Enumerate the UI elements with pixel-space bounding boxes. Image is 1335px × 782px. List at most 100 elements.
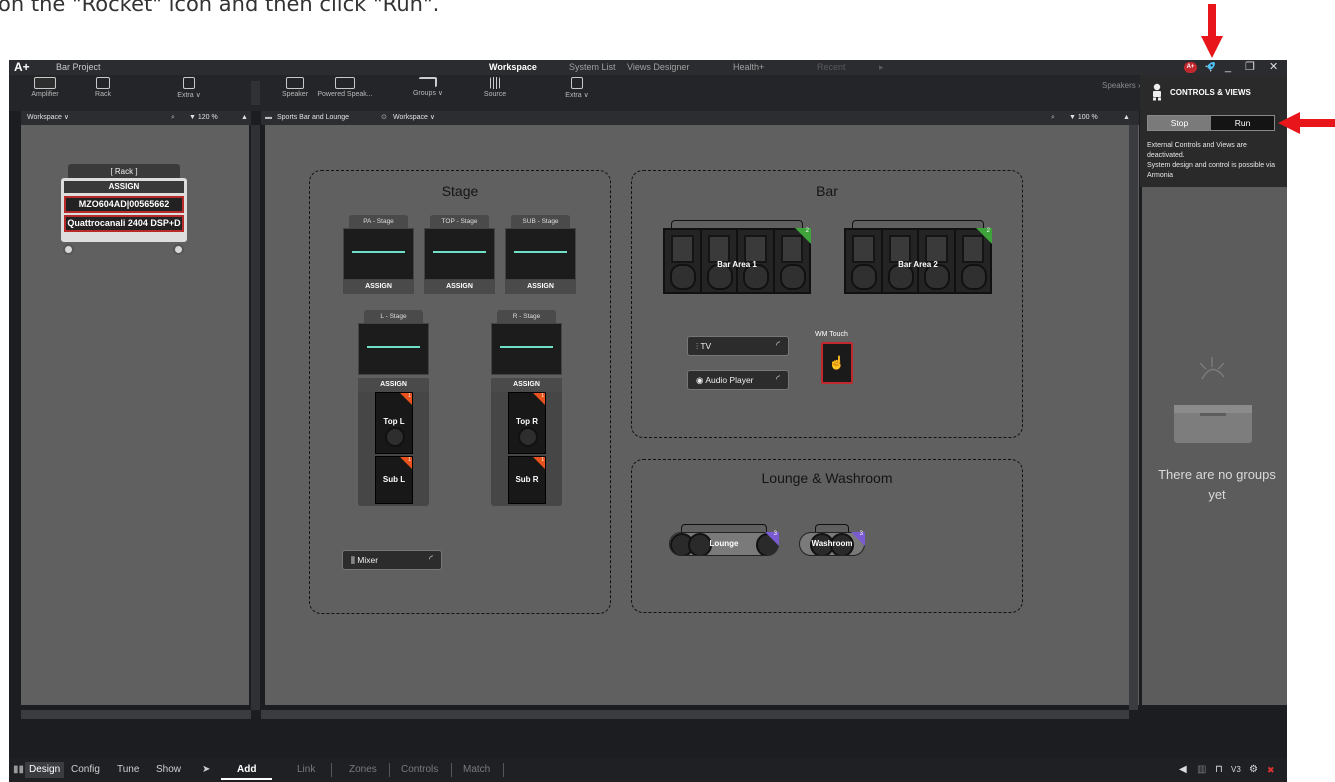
assign-button[interactable]: ASSIGN <box>343 280 414 294</box>
separator <box>451 763 452 777</box>
assign-button[interactable]: ASSIGN <box>505 280 576 294</box>
tab-controls[interactable]: Controls <box>401 762 438 778</box>
collapse-up-icon[interactable]: ▲ <box>241 111 248 125</box>
mode-config[interactable]: Config <box>71 762 100 778</box>
tab-match[interactable]: Match <box>463 762 490 778</box>
amplifier-icon <box>34 77 56 89</box>
assign-button[interactable]: ASSIGN <box>424 280 495 294</box>
array-r-stage[interactable]: R - Stage <box>491 310 562 378</box>
add-source-button[interactable]: Source <box>473 77 517 98</box>
mode-show[interactable]: Show <box>156 762 181 778</box>
minimize-button[interactable]: _ <box>1225 60 1231 75</box>
breadcrumb[interactable]: Sports Bar and Lounge <box>277 111 349 125</box>
tab-scroll-right-icon[interactable]: ▸ <box>879 60 884 75</box>
tab-system-list[interactable]: System List <box>569 60 616 75</box>
tab-add[interactable]: Add <box>221 762 273 780</box>
tab-health[interactable]: Health+ <box>733 60 764 75</box>
speakers-panel-toggle[interactable]: Speakers › <box>1102 81 1141 90</box>
rack-device[interactable]: Quattrocanali 2404 DSP+D <box>64 215 184 232</box>
left-workspace-dropdown[interactable]: Workspace ∨ <box>27 111 69 125</box>
close-button[interactable]: ✕ <box>1269 60 1278 75</box>
panel-toggle-icon[interactable]: ▮▮ <box>13 762 24 778</box>
mode-design[interactable]: Design <box>25 762 65 778</box>
pointer-tool-icon[interactable]: ➤ <box>202 762 210 778</box>
array-bar-area-1[interactable]: Bar Area 1 2 <box>663 220 811 296</box>
desc-line: External Controls and Views are deactiva… <box>1147 142 1247 159</box>
groups-menu[interactable]: Groups ∨ <box>403 77 453 97</box>
zone-bar[interactable]: Bar <box>631 170 1023 438</box>
run-button[interactable]: Run <box>1211 116 1274 130</box>
volume-icon[interactable]: ◀ <box>1179 762 1187 778</box>
array-washroom[interactable]: Washroom 3 <box>799 524 865 556</box>
trash-icon[interactable]: ▥ <box>1197 762 1206 778</box>
main-zoom-level[interactable]: ▼ 100 % <box>1069 111 1098 125</box>
controls-views-popup: CONTROLS & VIEWS Stop Run External Contr… <box>1140 75 1287 187</box>
left-zoom-level[interactable]: ▼ 120 % <box>189 111 218 125</box>
main-zoom-search-icon[interactable]: ⌕ <box>1051 111 1055 125</box>
wm-touch-label: WM Touch <box>815 331 848 338</box>
no-groups-message: There are no groups yet <box>1158 467 1276 502</box>
pane-splitter[interactable] <box>251 81 260 105</box>
cone-icon <box>385 427 405 447</box>
add-amplifier-button[interactable]: Amplifier <box>25 77 65 98</box>
array-l-stage[interactable]: L - Stage <box>358 310 429 378</box>
zone-title: Lounge & Washroom <box>761 470 893 486</box>
array-bar-area-2[interactable]: Bar Area 2 2 <box>844 220 992 296</box>
add-powered-speaker-button[interactable]: Powered Speak... <box>315 77 375 98</box>
rocket-icon[interactable] <box>1204 61 1216 73</box>
image-icon <box>183 77 195 89</box>
run-stop-toggle[interactable]: Stop Run <box>1147 115 1275 131</box>
main-collapse-up-icon[interactable]: ▲ <box>1123 111 1130 125</box>
tab-link[interactable]: Link <box>297 762 315 778</box>
controls-views-title: CONTROLS & VIEWS <box>1170 88 1251 97</box>
array-lounge[interactable]: Lounge 3 <box>669 524 779 556</box>
add-rack-button[interactable]: Rack <box>83 77 123 98</box>
wm-touch-panel[interactable]: ☝ <box>821 342 853 384</box>
speaker-top-stage[interactable]: TOP - Stage ASSIGN <box>424 215 495 295</box>
mode-tune[interactable]: Tune <box>117 762 139 778</box>
add-speaker-button[interactable]: Speaker <box>275 77 315 98</box>
pane-divider[interactable] <box>251 125 260 710</box>
cabinet-top-r[interactable]: Top R 1 <box>508 392 546 454</box>
extra-menu-left[interactable]: Extra ∨ <box>169 77 209 99</box>
settings-gear-icon[interactable]: ⚙ <box>1249 762 1258 778</box>
zoom-search-icon[interactable]: ⌕ <box>171 111 175 125</box>
cabinet-number: 1 <box>541 393 544 399</box>
array-label: Lounge <box>709 539 739 548</box>
array-number: 3 <box>773 531 777 537</box>
cabinet-sub-l[interactable]: Sub L 1 <box>375 456 413 504</box>
restore-button[interactable]: ❐ <box>1245 60 1255 75</box>
gauge-icon[interactable]: ◜ <box>429 551 433 569</box>
separator <box>503 763 504 777</box>
stop-button[interactable]: Stop <box>1148 116 1211 130</box>
gauge-icon[interactable]: ◜ <box>776 337 780 355</box>
mixer-control[interactable]: ⫼ Mixer ◜ <box>342 550 442 570</box>
main-vscrollbar[interactable] <box>1129 125 1138 710</box>
rack[interactable]: [ Rack ] ASSIGN MZO604AD|00565662 Quattr… <box>61 164 187 256</box>
assign-button[interactable]: ASSIGN <box>491 378 562 392</box>
audio-player-control[interactable]: ◉ Audio Player ◜ <box>687 370 789 390</box>
rack-assign-button[interactable]: ASSIGN <box>64 181 184 193</box>
tab-views-designer[interactable]: Views Designer <box>627 60 689 75</box>
cabinet-top-l[interactable]: Top L 1 <box>375 392 413 454</box>
speaker-pa-stage[interactable]: PA - Stage ASSIGN <box>343 215 414 295</box>
tab-zones[interactable]: Zones <box>349 762 377 778</box>
cabinet-sub-r[interactable]: Sub R 1 <box>508 456 546 504</box>
unlock-icon[interactable]: ⊓ <box>1215 762 1223 778</box>
assign-button[interactable]: ASSIGN <box>358 378 429 392</box>
tv-source-control[interactable]: ⫶ TV ◜ <box>687 336 789 356</box>
gauge-icon[interactable]: ◜ <box>776 371 780 389</box>
separator <box>389 763 390 777</box>
down-arrow-annotation-icon <box>1201 4 1223 58</box>
main-hscrollbar[interactable] <box>261 710 1129 719</box>
tab-recent[interactable]: Recent <box>817 60 846 75</box>
speaker-sub-stage[interactable]: SUB - Stage ASSIGN <box>505 215 576 295</box>
speaker-box <box>491 323 562 375</box>
left-hscrollbar[interactable] <box>21 710 251 719</box>
armonia-plus-icon[interactable]: A+ <box>1184 62 1197 73</box>
extra-menu-main[interactable]: Extra ∨ <box>557 77 597 99</box>
uk-flag-icon[interactable]: ✖ <box>1267 762 1275 778</box>
rack-device[interactable]: MZO604AD|00565662 <box>64 196 184 213</box>
main-workspace-dropdown[interactable]: Workspace ∨ <box>393 111 435 125</box>
array-label: Bar Area 2 <box>898 260 938 269</box>
